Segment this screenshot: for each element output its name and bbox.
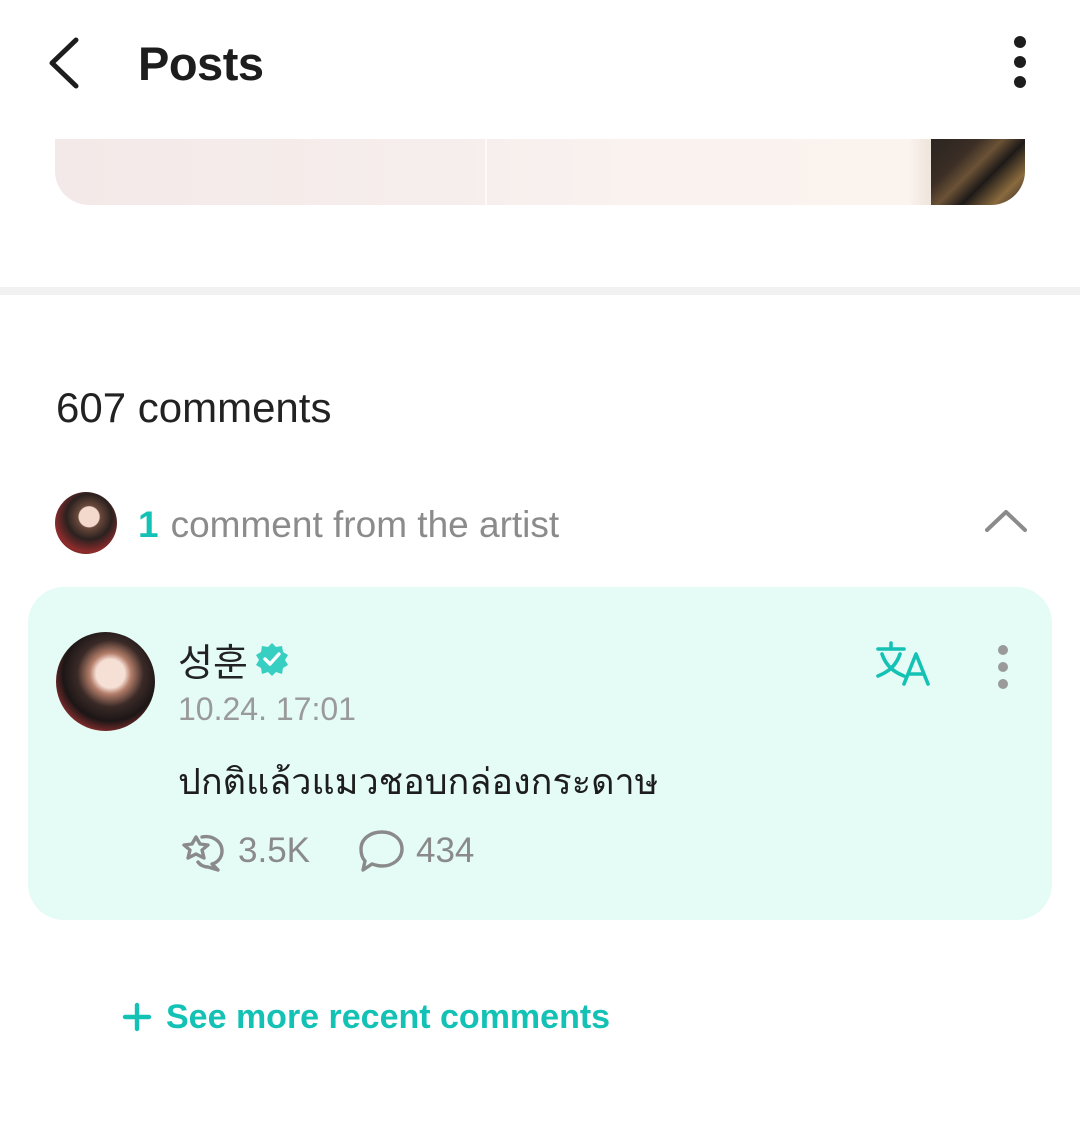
artist-comments-summary: 1 comment from the artist (138, 504, 559, 546)
author-name[interactable]: 성훈 (178, 632, 248, 687)
more-options-button[interactable] (995, 28, 1045, 98)
like-count: 3.5K (238, 831, 310, 870)
verified-badge-icon (255, 643, 288, 676)
translate-button[interactable] (874, 640, 936, 688)
media-image-edge (931, 139, 1025, 205)
post-media-image[interactable] (55, 139, 1025, 205)
page-title: Posts (138, 37, 264, 90)
more-vertical-icon (998, 645, 1008, 689)
comment-bubble-icon (359, 830, 404, 872)
like-button[interactable]: 3.5K (178, 828, 310, 874)
section-divider (0, 287, 1080, 295)
posts-screen: Posts 607 comments 1 comment from the art… (0, 0, 1080, 1125)
artist-comment-card: 성훈 10.24. 17:01 ปกติแล้วแมวชอบกล่องกระดา… (28, 587, 1052, 920)
reaction-icon (182, 834, 224, 872)
plus-icon (122, 1002, 152, 1032)
comment-timestamp: 10.24. 17:01 (178, 691, 356, 727)
artist-comment-count: 1 (138, 504, 159, 545)
see-more-label: See more recent comments (166, 997, 611, 1036)
top-bar: Posts (0, 0, 1080, 130)
translate-icon (876, 641, 930, 686)
avatar[interactable] (56, 632, 155, 731)
comments-count: 607 comments (56, 384, 332, 431)
comment-more-button[interactable] (986, 642, 1020, 690)
comment-author[interactable]: 성훈 (178, 637, 290, 685)
artist-comments-toggle[interactable]: 1 comment from the artist (55, 492, 1030, 556)
reply-button[interactable]: 434 (356, 828, 474, 874)
media-divider (485, 139, 487, 205)
back-arrow-icon (49, 37, 79, 89)
more-vertical-icon (1014, 36, 1026, 88)
artist-avatar (55, 492, 117, 554)
see-more-comments-button[interactable]: See more recent comments (122, 994, 610, 1040)
reply-count: 434 (416, 831, 475, 870)
chevron-up-icon[interactable] (983, 504, 1029, 536)
back-button[interactable] (40, 30, 100, 96)
comment-text: ปกติแล้วแมวชอบกล่องกระดาษ (178, 762, 659, 803)
artist-comment-label: comment from the artist (170, 504, 560, 545)
